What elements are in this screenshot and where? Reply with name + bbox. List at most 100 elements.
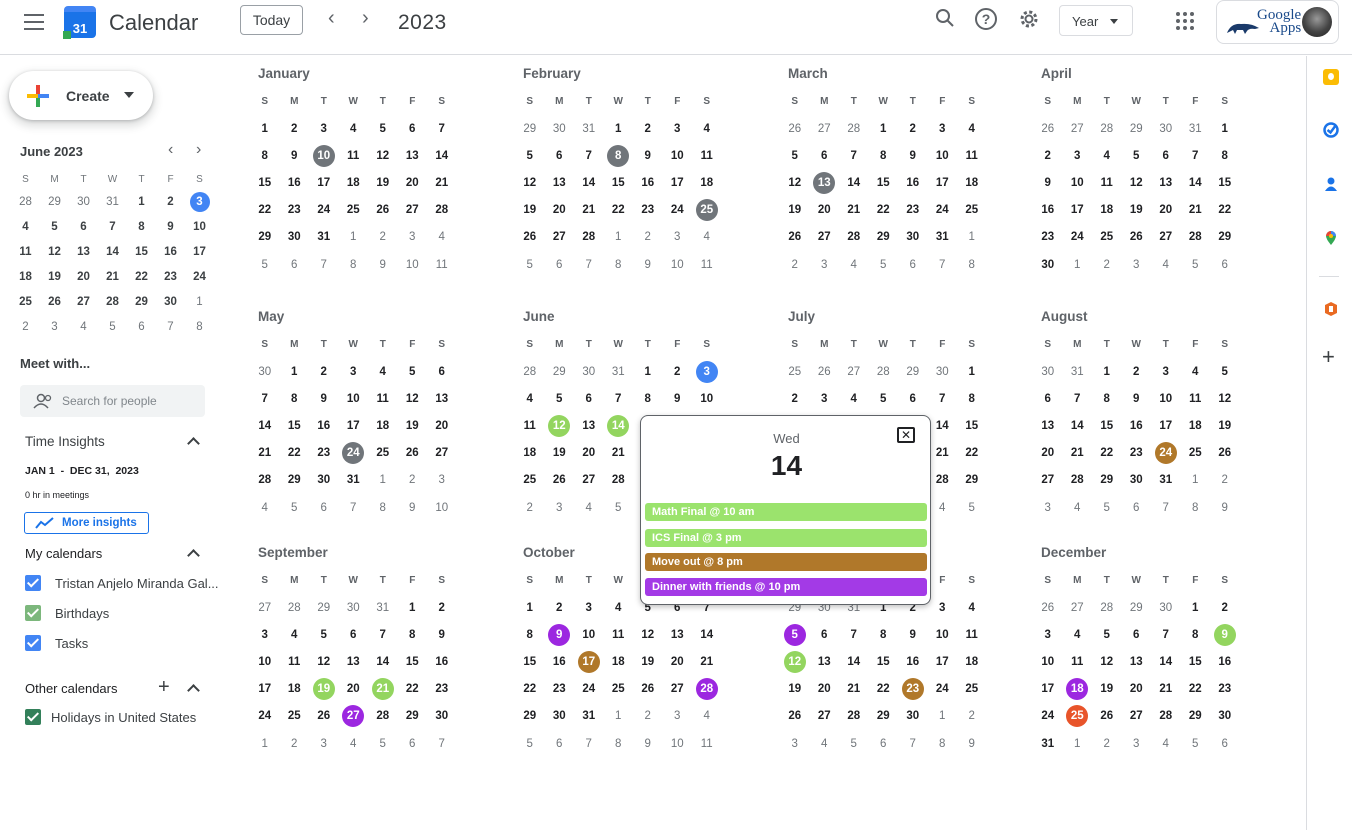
mini-day-cell[interactable]: 4 xyxy=(11,214,40,239)
day-cell[interactable]: 5 xyxy=(957,494,987,521)
day-cell[interactable]: 17 xyxy=(309,169,339,196)
day-cell[interactable]: 31 xyxy=(1151,467,1181,494)
day-cell[interactable]: 19 xyxy=(368,169,398,196)
day-cell[interactable]: 6 xyxy=(1122,621,1152,648)
day-cell[interactable]: 9 xyxy=(898,142,928,169)
day-cell[interactable]: 9 xyxy=(663,385,693,412)
mini-day-cell[interactable]: 29 xyxy=(127,289,156,314)
day-cell[interactable]: 7 xyxy=(839,621,869,648)
day-cell[interactable]: 11 xyxy=(339,142,369,169)
day-cell[interactable]: 8 xyxy=(869,621,899,648)
day-cell[interactable]: 24 xyxy=(928,197,958,224)
day-cell[interactable]: 31 xyxy=(309,224,339,251)
event-chip[interactable]: Dinner with friends @ 10 pm xyxy=(645,578,927,596)
day-cell[interactable]: 13 xyxy=(663,621,693,648)
day-cell[interactable]: 2 xyxy=(280,115,310,142)
day-cell[interactable]: 4 xyxy=(957,115,987,142)
day-cell[interactable]: 10 xyxy=(663,251,693,278)
day-cell[interactable]: 24 xyxy=(250,703,280,730)
day-cell[interactable]: 3 xyxy=(928,115,958,142)
day-cell[interactable]: 1 xyxy=(633,358,663,385)
day-cell[interactable]: 4 xyxy=(280,621,310,648)
day-cell[interactable]: 1 xyxy=(368,467,398,494)
day-cell[interactable]: 28 xyxy=(692,676,722,703)
day-cell[interactable]: 15 xyxy=(515,648,545,675)
day-cell[interactable]: 4 xyxy=(1063,621,1093,648)
day-cell[interactable]: 9 xyxy=(633,251,663,278)
day-cell[interactable]: 8 xyxy=(280,385,310,412)
day-cell[interactable]: 19 xyxy=(515,197,545,224)
day-cell[interactable]: 17 xyxy=(574,648,604,675)
day-cell[interactable]: 4 xyxy=(957,594,987,621)
day-cell[interactable]: 2 xyxy=(368,224,398,251)
event-chip[interactable]: ICS Final @ 3 pm xyxy=(645,529,927,547)
day-cell[interactable]: 6 xyxy=(545,142,575,169)
day-cell[interactable]: 5 xyxy=(515,142,545,169)
day-cell[interactable]: 2 xyxy=(1092,730,1122,757)
maps-icon[interactable] xyxy=(1323,230,1339,246)
day-cell[interactable]: 21 xyxy=(1063,440,1093,467)
day-cell[interactable]: 5 xyxy=(545,385,575,412)
day-cell[interactable]: 6 xyxy=(427,358,457,385)
month-title[interactable]: September xyxy=(258,545,328,560)
day-cell[interactable]: 10 xyxy=(574,621,604,648)
day-cell[interactable]: 3 xyxy=(427,467,457,494)
day-cell[interactable]: 31 xyxy=(368,594,398,621)
month-title[interactable]: May xyxy=(258,309,284,324)
today-button[interactable]: Today xyxy=(240,5,303,35)
day-cell[interactable]: 6 xyxy=(1151,142,1181,169)
day-cell[interactable]: 7 xyxy=(928,251,958,278)
day-cell[interactable]: 15 xyxy=(604,169,634,196)
account-switcher[interactable]: Google Apps xyxy=(1216,0,1339,44)
month-title[interactable]: April xyxy=(1041,66,1072,81)
day-cell[interactable]: 1 xyxy=(1063,251,1093,278)
calendar-checkbox[interactable] xyxy=(25,605,41,621)
day-cell[interactable]: 7 xyxy=(1151,494,1181,521)
day-cell[interactable]: 4 xyxy=(1181,358,1211,385)
day-cell[interactable]: 20 xyxy=(398,169,428,196)
day-cell[interactable]: 18 xyxy=(515,440,545,467)
day-cell[interactable]: 1 xyxy=(604,115,634,142)
day-cell[interactable]: 11 xyxy=(280,648,310,675)
day-cell[interactable]: 30 xyxy=(545,115,575,142)
day-cell[interactable]: 15 xyxy=(869,648,899,675)
prev-period-button[interactable]: ‹ xyxy=(328,8,335,28)
day-cell[interactable]: 28 xyxy=(604,467,634,494)
day-cell[interactable]: 2 xyxy=(633,703,663,730)
day-cell[interactable]: 2 xyxy=(398,467,428,494)
day-cell[interactable]: 2 xyxy=(1033,142,1063,169)
day-cell[interactable]: 24 xyxy=(1033,703,1063,730)
day-cell[interactable]: 7 xyxy=(368,621,398,648)
day-cell[interactable]: 15 xyxy=(250,169,280,196)
day-cell[interactable]: 12 xyxy=(1092,648,1122,675)
day-cell[interactable]: 12 xyxy=(1122,169,1152,196)
day-cell[interactable]: 21 xyxy=(839,197,869,224)
day-cell[interactable]: 30 xyxy=(309,467,339,494)
day-cell[interactable]: 8 xyxy=(1092,385,1122,412)
day-cell[interactable]: 20 xyxy=(663,648,693,675)
day-cell[interactable]: 20 xyxy=(339,676,369,703)
day-cell[interactable]: 15 xyxy=(398,648,428,675)
day-cell[interactable]: 8 xyxy=(633,385,663,412)
day-cell[interactable]: 8 xyxy=(1181,494,1211,521)
day-cell[interactable]: 19 xyxy=(780,676,810,703)
day-cell[interactable]: 21 xyxy=(250,440,280,467)
month-title[interactable]: August xyxy=(1041,309,1088,324)
day-cell[interactable]: 23 xyxy=(1033,224,1063,251)
day-cell[interactable]: 27 xyxy=(1151,224,1181,251)
day-cell[interactable]: 17 xyxy=(1033,676,1063,703)
day-cell[interactable]: 5 xyxy=(869,385,899,412)
collapse-chevron-icon[interactable] xyxy=(187,437,200,450)
day-cell[interactable]: 4 xyxy=(692,224,722,251)
day-cell[interactable]: 2 xyxy=(633,115,663,142)
month-title[interactable]: December xyxy=(1041,545,1106,560)
day-cell[interactable]: 12 xyxy=(633,621,663,648)
day-cell[interactable]: 9 xyxy=(1122,385,1152,412)
day-cell[interactable]: 10 xyxy=(1063,169,1093,196)
day-cell[interactable]: 30 xyxy=(928,358,958,385)
day-cell[interactable]: 9 xyxy=(280,142,310,169)
day-cell[interactable]: 10 xyxy=(928,621,958,648)
day-cell[interactable]: 5 xyxy=(250,251,280,278)
day-cell[interactable]: 13 xyxy=(810,648,840,675)
day-cell[interactable]: 27 xyxy=(839,358,869,385)
